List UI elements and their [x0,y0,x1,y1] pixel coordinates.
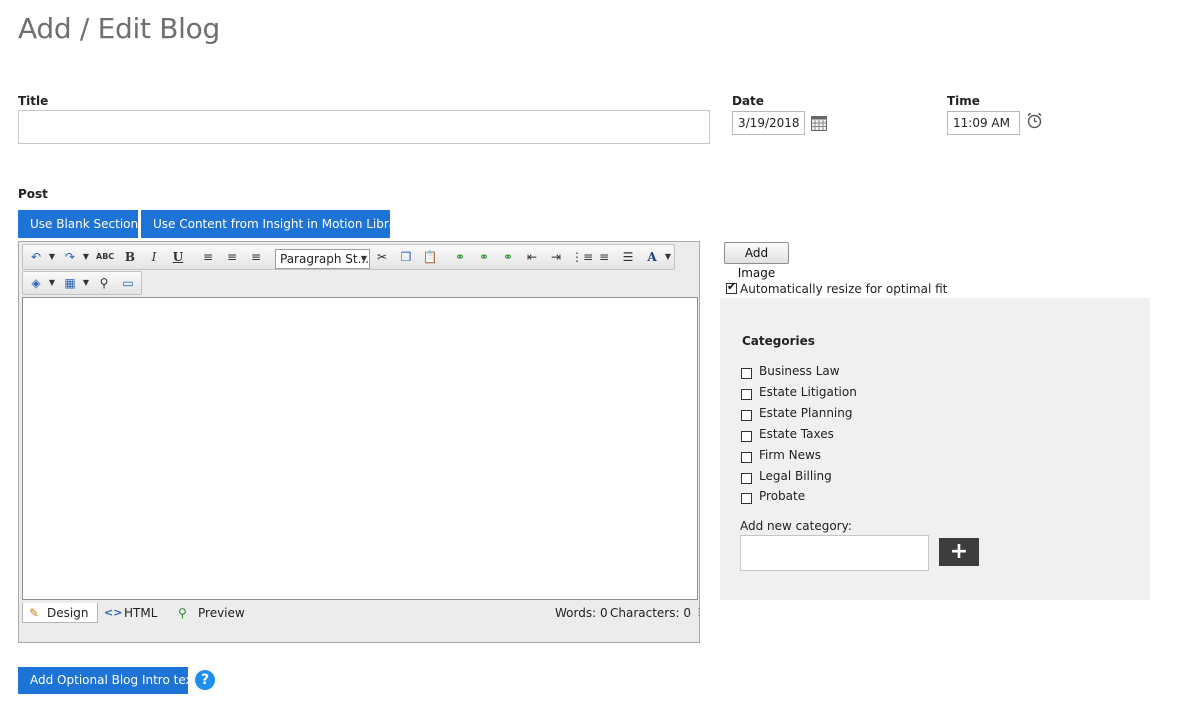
category-checkbox-estate-planning[interactable] [741,410,752,421]
category-label-estate-taxes: Estate Taxes [759,427,834,441]
plus-icon: + [949,539,969,564]
pencil-icon: ✎ [29,606,40,620]
auto-resize-label: Automatically resize for optimal fit [740,282,948,296]
chevron-down-icon: ▼ [360,254,367,263]
editor-mode-bar: ✎ Design <> HTML ⚲ Preview Words: 0 Char… [22,601,704,625]
clock-icon[interactable] [1026,112,1043,129]
category-checkbox-firm-news[interactable] [741,452,752,463]
add-new-category-label: Add new category: [740,519,852,533]
calendar-icon[interactable] [811,116,827,131]
resize-handle-icon[interactable]: ⋮⋮ [684,603,704,623]
paste-icon[interactable]: 📋 [421,248,439,266]
insert-media-icon[interactable]: ▭ [119,274,137,292]
undo-dropdown-icon[interactable]: ▼ [43,248,61,266]
align-center-icon[interactable]: ≡ [223,248,241,266]
paragraph-style-select[interactable]: Paragraph St... ▼ [275,249,370,269]
editor-toolbar-row2: ◈ ▼ ▦ ▼ ⚲ ▭ [22,271,142,295]
editor-content-area[interactable] [22,297,698,600]
page-title: Add / Edit Blog [18,12,220,45]
use-library-content-button[interactable]: Use Content from Insight in Motion Libra… [141,210,408,238]
category-checkbox-probate[interactable] [741,493,752,504]
tab-preview-label: Preview [198,606,245,620]
unlink-icon[interactable]: ⚭ [499,248,517,266]
code-icon: <> [104,606,123,619]
use-blank-section-button[interactable]: Use Blank Section [18,210,138,238]
category-label-firm-news: Firm News [759,448,822,462]
bulleted-list-icon[interactable]: ⋮≡ [571,248,593,266]
numbered-list-icon[interactable]: ≡ [595,248,613,266]
auto-resize-checkbox[interactable] [726,280,737,294]
underline-icon[interactable]: U [169,248,187,266]
category-label-estate-planning: Estate Planning [759,406,853,420]
align-right-icon[interactable]: ≡ [247,248,265,266]
category-checkbox-estate-litigation[interactable] [741,389,752,400]
category-label-estate-litigation: Estate Litigation [759,385,857,399]
add-category-button[interactable]: + [939,538,979,566]
insert-link-icon[interactable]: ⚭ [475,248,493,266]
italic-icon[interactable]: I [145,248,163,266]
post-label: Post [18,187,48,201]
tab-preview[interactable]: ⚲ Preview [178,603,248,623]
link-icon[interactable]: ⚭ [451,248,469,266]
copy-icon[interactable]: ❐ [397,248,415,266]
font-color-dropdown-icon[interactable]: ▼ [659,248,677,266]
redo-dropdown-icon[interactable]: ▼ [77,248,95,266]
add-blog-intro-button[interactable]: Add Optional Blog Intro text [18,667,197,694]
word-count: Words: 0 [555,606,608,620]
rich-text-editor: ↶ ▼ ↷ ▼ ABC B I U ≡ ≡ ≡ Paragraph St... … [18,241,704,643]
editor-toolbar-row1: ↶ ▼ ↷ ▼ ABC B I U ≡ ≡ ≡ Paragraph St... … [22,244,675,270]
paragraph-style-value: Paragraph St... [280,252,370,266]
category-label-probate: Probate [759,489,806,503]
add-new-category-input[interactable] [740,535,929,571]
bold-icon[interactable]: B [121,248,139,266]
cut-icon[interactable]: ✂ [373,248,391,266]
categories-title: Categories [742,334,815,348]
title-input[interactable] [18,110,710,144]
date-label: Date [732,94,764,108]
time-label: Time [947,94,980,108]
table-dropdown-icon[interactable]: ▼ [77,274,95,292]
help-icon[interactable]: ? [195,670,215,690]
indent-icon[interactable]: ⇥ [547,248,565,266]
category-checkbox-estate-taxes[interactable] [741,431,752,442]
time-input[interactable]: 11:09 AM [947,111,1020,135]
category-label-legal-billing: Legal Billing [759,469,832,483]
category-checkbox-legal-billing[interactable] [741,473,752,484]
add-image-button[interactable]: Add Image [724,242,789,280]
spellcheck-icon[interactable]: ABC [96,248,114,266]
character-count: Characters: 0 [610,606,691,620]
tab-design[interactable]: ✎ Design [22,603,98,623]
magnifier-icon: ⚲ [178,606,187,620]
date-input[interactable]: 3/19/2018 [732,111,805,135]
tab-html-label: HTML [124,606,158,620]
find-icon[interactable]: ⚲ [95,274,113,292]
category-label-business-law: Business Law [759,364,840,378]
title-label: Title [18,94,49,108]
align-left-icon[interactable]: ≡ [199,248,217,266]
outdent-icon[interactable]: ⇤ [523,248,541,266]
tab-design-label: Design [47,606,89,620]
justify-icon[interactable]: ☰ [619,248,637,266]
background-color-dropdown-icon[interactable]: ▼ [43,274,61,292]
category-checkbox-business-law[interactable] [741,368,752,379]
tab-html[interactable]: <> HTML [104,603,164,623]
